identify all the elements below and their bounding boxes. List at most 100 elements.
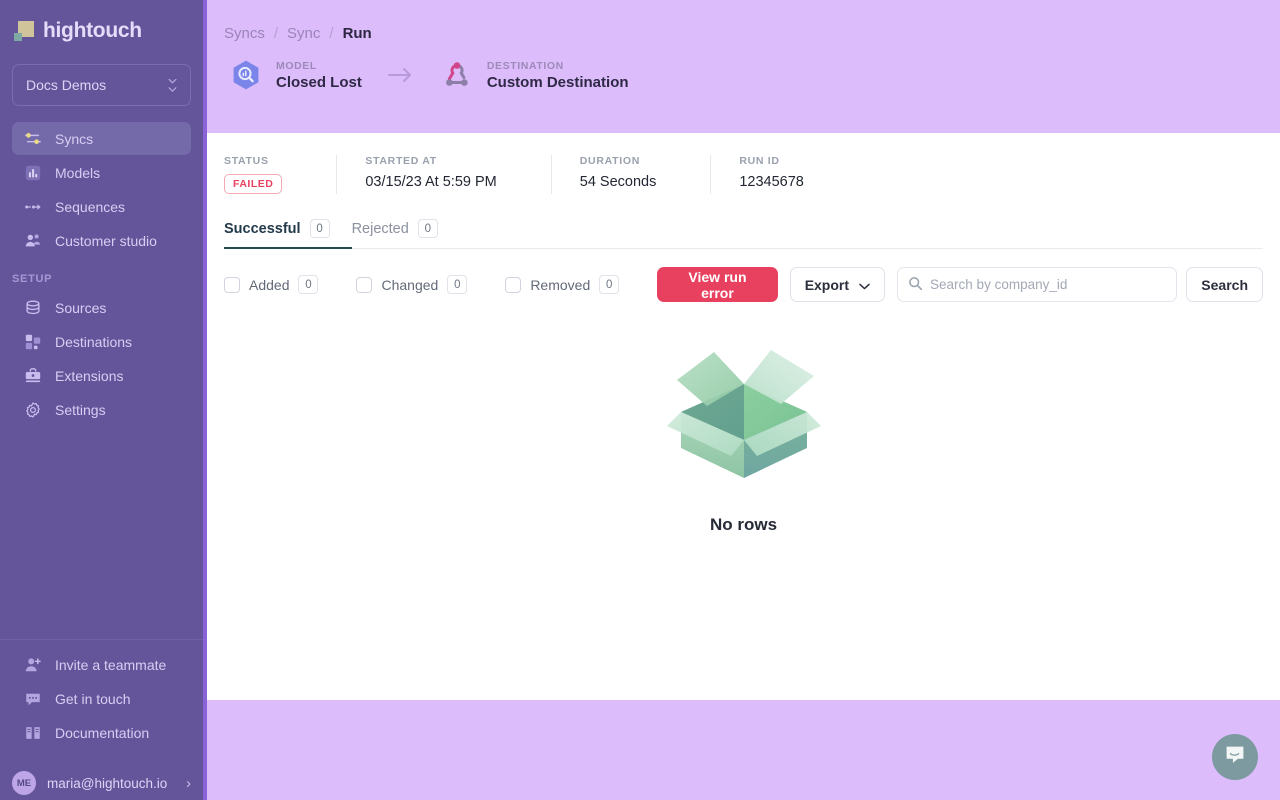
- sidebar-item-extensions[interactable]: Extensions: [12, 359, 191, 392]
- breadcrumb-item-syncs[interactable]: Syncs: [224, 25, 265, 42]
- webhook-icon: [440, 58, 474, 92]
- filter-count: 0: [447, 275, 468, 294]
- view-run-error-button[interactable]: View run error: [657, 267, 778, 302]
- app-root: hightouch Docs Demos Syncs Models Sequen…: [0, 0, 1280, 800]
- breadcrumb: Syncs / Sync / Run: [207, 0, 1280, 42]
- filter-toolbar: Added 0 Changed 0 Removed 0 View run err…: [224, 267, 1263, 302]
- sidebar-item-label: Invite a teammate: [55, 656, 167, 673]
- destinations-icon: [24, 333, 42, 351]
- sidebar-item-models[interactable]: Models: [12, 156, 191, 189]
- user-email: maria@hightouch.io: [47, 775, 168, 791]
- sidebar-item-label: Customer studio: [55, 232, 157, 249]
- filter-count: 0: [599, 275, 620, 294]
- sidebar-item-label: Syncs: [55, 130, 94, 147]
- pipeline-model[interactable]: MODEL Closed Lost: [229, 58, 362, 92]
- sidebar-item-label: Documentation: [55, 724, 150, 741]
- sidebar-item-label: Sequences: [55, 198, 126, 215]
- breadcrumb-separator: /: [329, 25, 334, 42]
- sidebar-item-label: Sources: [55, 299, 107, 316]
- sidebar-item-sequences[interactable]: Sequences: [12, 190, 191, 223]
- filter-label: Changed: [381, 276, 439, 293]
- tab-label: Rejected: [351, 220, 409, 237]
- checkbox-removed[interactable]: [505, 276, 522, 293]
- meta-duration: DURATION 54 Seconds: [550, 155, 683, 194]
- meta-value: 12345678: [739, 174, 804, 190]
- meta-label: STATUS: [224, 155, 269, 167]
- checkbox-added[interactable]: [224, 276, 240, 293]
- sidebar-item-customer-studio[interactable]: Customer studio: [12, 224, 191, 257]
- main-content: STATUS FAILED STARTED AT 03/15/23 At 5:5…: [207, 133, 1280, 700]
- sidebar-item-destinations[interactable]: Destinations: [12, 325, 191, 358]
- meta-label: STARTED AT: [365, 155, 437, 167]
- primary-nav: Syncs Models Sequences Customer studio: [0, 122, 203, 258]
- model-name: Closed Lost: [276, 73, 362, 91]
- tab-successful[interactable]: Successful 0: [224, 219, 352, 249]
- app-logo[interactable]: hightouch: [0, 0, 203, 46]
- intercom-chat-button[interactable]: [1212, 734, 1258, 780]
- pipeline-destination[interactable]: DESTINATION Custom Destination: [440, 58, 629, 92]
- models-icon: [24, 164, 42, 182]
- result-tabs: Successful 0 Rejected 0: [224, 216, 1263, 249]
- status-badge: FAILED: [224, 174, 283, 194]
- sidebar-divider: [0, 639, 203, 640]
- logo-wordmark: hightouch: [43, 19, 142, 42]
- sources-icon: [24, 299, 42, 317]
- meta-run-id: RUN ID 12345678: [710, 155, 830, 194]
- hightouch-logo-icon: [14, 21, 34, 41]
- sidebar-item-documentation[interactable]: Documentation: [12, 716, 191, 749]
- filter-changed[interactable]: Changed 0: [356, 275, 468, 294]
- workspace-name: Docs Demos: [26, 77, 107, 93]
- user-plus-icon: [24, 656, 42, 674]
- filter-count: 0: [298, 275, 319, 294]
- sidebar-item-settings[interactable]: Settings: [12, 393, 191, 426]
- filter-added[interactable]: Added 0: [224, 275, 319, 294]
- destination-name: Custom Destination: [486, 73, 629, 91]
- checkbox-changed[interactable]: [356, 276, 373, 293]
- page-banner: Syncs / Sync / Run MODEL Closed Lost DES…: [207, 0, 1280, 133]
- filter-label: Removed: [530, 276, 591, 293]
- tab-count: 0: [309, 219, 330, 238]
- search-input[interactable]: [897, 267, 1178, 302]
- intercom-chat-icon: [1224, 744, 1246, 771]
- sidebar-item-label: Models: [55, 164, 101, 181]
- tab-count: 0: [417, 219, 438, 238]
- model-kicker: MODEL: [276, 59, 317, 72]
- search-field-wrapper: [897, 267, 1178, 302]
- sidebar-section-setup: SETUP: [12, 273, 53, 285]
- empty-state-title: No rows: [709, 515, 778, 534]
- sidebar-item-invite-teammate[interactable]: Invite a teammate: [12, 648, 191, 681]
- search-button[interactable]: Search: [1186, 267, 1263, 302]
- run-meta-row: STATUS FAILED STARTED AT 03/15/23 At 5:5…: [207, 133, 1280, 194]
- bigquery-icon: [229, 58, 263, 92]
- chevron-updown-icon: [168, 78, 177, 92]
- sidebar-item-syncs[interactable]: Syncs: [12, 122, 191, 155]
- meta-value: 54 Seconds: [579, 174, 657, 190]
- workspace-selector[interactable]: Docs Demos: [12, 64, 191, 106]
- avatar: ME: [12, 771, 36, 795]
- sidebar-footer-nav: Invite a teammate Get in touch Documenta…: [0, 648, 203, 760]
- empty-state: No rows: [207, 344, 1280, 535]
- sidebar-item-label: Get in touch: [55, 690, 131, 707]
- user-menu[interactable]: ME maria@hightouch.io ›: [0, 760, 203, 800]
- sidebar-item-get-in-touch[interactable]: Get in touch: [12, 682, 191, 715]
- sidebar-item-sources[interactable]: Sources: [12, 291, 191, 324]
- filter-removed[interactable]: Removed 0: [505, 275, 620, 294]
- export-label: Export: [804, 276, 850, 293]
- breadcrumb-separator: /: [273, 25, 279, 42]
- sidebar-item-label: Extensions: [55, 367, 124, 384]
- sequences-icon: [24, 198, 42, 216]
- meta-started-at: STARTED AT 03/15/23 At 5:59 PM: [336, 155, 522, 194]
- breadcrumb-item-sync[interactable]: Sync: [287, 25, 320, 42]
- sync-pipeline: MODEL Closed Lost DESTINATION Custom Des…: [207, 42, 1280, 92]
- setup-nav: Sources Destinations Extensions Settings: [0, 291, 203, 427]
- gear-icon: [24, 401, 42, 419]
- export-button[interactable]: Export: [789, 267, 886, 302]
- meta-value: 03/15/23 At 5:59 PM: [365, 174, 497, 190]
- book-icon: [24, 724, 42, 742]
- syncs-icon: [24, 130, 42, 148]
- meta-status: STATUS FAILED: [224, 155, 308, 194]
- sidebar: hightouch Docs Demos Syncs Models Sequen…: [0, 0, 203, 800]
- tab-rejected[interactable]: Rejected 0: [352, 219, 455, 249]
- meta-label: DURATION: [579, 155, 640, 167]
